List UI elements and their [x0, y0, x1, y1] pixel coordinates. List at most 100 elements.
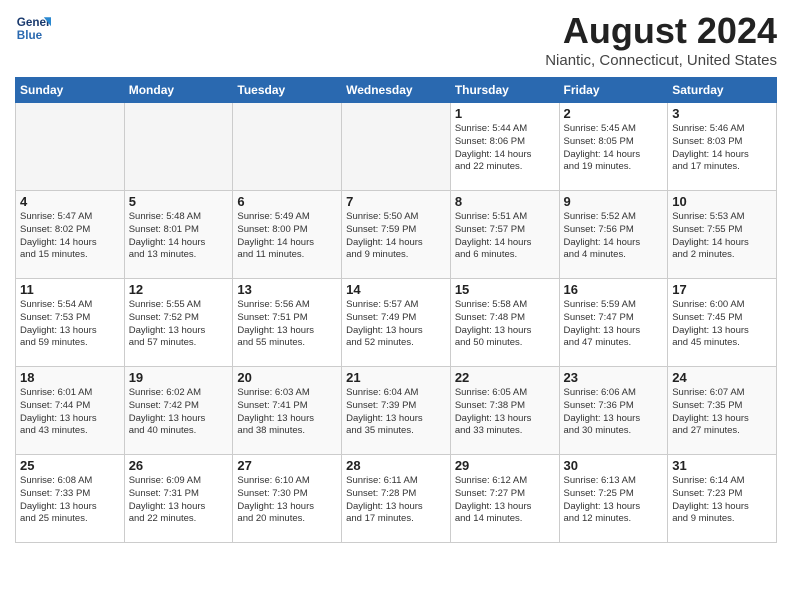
calendar-cell: 7Sunrise: 5:50 AM Sunset: 7:59 PM Daylig…	[342, 191, 451, 279]
day-info: Sunrise: 5:55 AM Sunset: 7:52 PM Dayligh…	[129, 299, 229, 350]
month-title: August 2024	[545, 10, 777, 52]
calendar-cell: 15 Sunrise: 5:58 AM Sunset: 7:48 PM Dayli…	[450, 279, 559, 367]
calendar-cell: 1Sunrise: 5:44 AM Sunset: 8:06 PM Daylig…	[450, 103, 559, 191]
day-number: 5	[129, 194, 229, 209]
day-number: 11	[20, 282, 120, 297]
calendar-cell: 13Sunrise: 5:56 AM Sunset: 7:51 PM Dayli…	[233, 279, 342, 367]
day-info: Sunrise: 5:52 AM Sunset: 7:56 PM Dayligh…	[564, 211, 664, 262]
calendar-table: SundayMondayTuesdayWednesdayThursdayFrid…	[15, 77, 777, 543]
calendar-week-row: 1Sunrise: 5:44 AM Sunset: 8:06 PM Daylig…	[16, 103, 777, 191]
day-info: Sunrise: 6:05 AM Sunset: 7:38 PM Dayligh…	[455, 387, 555, 438]
day-info: Sunrise: 5:46 AM Sunset: 8:03 PM Dayligh…	[672, 123, 772, 174]
day-info: Sunrise: 6:06 AM Sunset: 7:36 PM Dayligh…	[564, 387, 664, 438]
day-number: 23	[564, 370, 664, 385]
day-number: 22	[455, 370, 555, 385]
day-number: 17	[672, 282, 772, 297]
calendar-cell: 8Sunrise: 5:51 AM Sunset: 7:57 PM Daylig…	[450, 191, 559, 279]
calendar-cell	[16, 103, 125, 191]
calendar-cell: 9 Sunrise: 5:52 AM Sunset: 7:56 PM Daylig…	[559, 191, 668, 279]
calendar-cell: 17 Sunrise: 6:00 AM Sunset: 7:45 PM Dayli…	[668, 279, 777, 367]
day-number: 26	[129, 458, 229, 473]
day-info: Sunrise: 5:45 AM Sunset: 8:05 PM Dayligh…	[564, 123, 664, 174]
calendar-week-row: 11 Sunrise: 5:54 AM Sunset: 7:53 PM Dayli…	[16, 279, 777, 367]
day-header-thursday: Thursday	[450, 78, 559, 103]
day-info: Sunrise: 5:57 AM Sunset: 7:49 PM Dayligh…	[346, 299, 446, 350]
day-header-monday: Monday	[124, 78, 233, 103]
day-info: Sunrise: 6:07 AM Sunset: 7:35 PM Dayligh…	[672, 387, 772, 438]
day-info: Sunrise: 5:56 AM Sunset: 7:51 PM Dayligh…	[237, 299, 337, 350]
svg-text:Blue: Blue	[17, 29, 43, 42]
day-number: 9	[564, 194, 664, 209]
day-number: 21	[346, 370, 446, 385]
calendar-cell: 2 Sunrise: 5:45 AM Sunset: 8:05 PM Daylig…	[559, 103, 668, 191]
day-info: Sunrise: 5:59 AM Sunset: 7:47 PM Dayligh…	[564, 299, 664, 350]
calendar-week-row: 25 Sunrise: 6:08 AM Sunset: 7:33 PM Dayli…	[16, 455, 777, 543]
day-number: 20	[237, 370, 337, 385]
day-number: 24	[672, 370, 772, 385]
day-info: Sunrise: 5:49 AM Sunset: 8:00 PM Dayligh…	[237, 211, 337, 262]
day-header-friday: Friday	[559, 78, 668, 103]
calendar-cell: 28Sunrise: 6:11 AM Sunset: 7:28 PM Dayli…	[342, 455, 451, 543]
day-info: Sunrise: 5:48 AM Sunset: 8:01 PM Dayligh…	[129, 211, 229, 262]
day-info: Sunrise: 6:02 AM Sunset: 7:42 PM Dayligh…	[129, 387, 229, 438]
calendar-cell: 10 Sunrise: 5:53 AM Sunset: 7:55 PM Dayli…	[668, 191, 777, 279]
location: Niantic, Connecticut, United States	[545, 52, 777, 69]
day-number: 4	[20, 194, 120, 209]
calendar-cell: 5 Sunrise: 5:48 AM Sunset: 8:01 PM Daylig…	[124, 191, 233, 279]
day-info: Sunrise: 6:13 AM Sunset: 7:25 PM Dayligh…	[564, 475, 664, 526]
calendar-cell: 3 Sunrise: 5:46 AM Sunset: 8:03 PM Daylig…	[668, 103, 777, 191]
day-info: Sunrise: 6:09 AM Sunset: 7:31 PM Dayligh…	[129, 475, 229, 526]
day-info: Sunrise: 6:10 AM Sunset: 7:30 PM Dayligh…	[237, 475, 337, 526]
day-number: 3	[672, 106, 772, 121]
calendar-cell: 21Sunrise: 6:04 AM Sunset: 7:39 PM Dayli…	[342, 367, 451, 455]
calendar-cell: 20 Sunrise: 6:03 AM Sunset: 7:41 PM Dayli…	[233, 367, 342, 455]
calendar-week-row: 4 Sunrise: 5:47 AM Sunset: 8:02 PM Daylig…	[16, 191, 777, 279]
day-number: 29	[455, 458, 555, 473]
page-header: General Blue General Blue August 2024 Ni…	[15, 10, 777, 69]
calendar-cell: 30 Sunrise: 6:13 AM Sunset: 7:25 PM Dayli…	[559, 455, 668, 543]
day-info: Sunrise: 5:51 AM Sunset: 7:57 PM Dayligh…	[455, 211, 555, 262]
day-info: Sunrise: 5:54 AM Sunset: 7:53 PM Dayligh…	[20, 299, 120, 350]
calendar-cell: 12 Sunrise: 5:55 AM Sunset: 7:52 PM Dayli…	[124, 279, 233, 367]
day-header-tuesday: Tuesday	[233, 78, 342, 103]
day-number: 12	[129, 282, 229, 297]
calendar-cell: 19 Sunrise: 6:02 AM Sunset: 7:42 PM Dayli…	[124, 367, 233, 455]
day-number: 10	[672, 194, 772, 209]
day-number: 28	[346, 458, 446, 473]
day-info: Sunrise: 5:47 AM Sunset: 8:02 PM Dayligh…	[20, 211, 120, 262]
day-number: 25	[20, 458, 120, 473]
day-number: 16	[564, 282, 664, 297]
calendar-cell: 31Sunrise: 6:14 AM Sunset: 7:23 PM Dayli…	[668, 455, 777, 543]
calendar-cell: 27Sunrise: 6:10 AM Sunset: 7:30 PM Dayli…	[233, 455, 342, 543]
calendar-cell	[342, 103, 451, 191]
day-number: 6	[237, 194, 337, 209]
day-header-wednesday: Wednesday	[342, 78, 451, 103]
day-info: Sunrise: 6:08 AM Sunset: 7:33 PM Dayligh…	[20, 475, 120, 526]
day-info: Sunrise: 5:53 AM Sunset: 7:55 PM Dayligh…	[672, 211, 772, 262]
day-number: 15	[455, 282, 555, 297]
logo-icon: General Blue	[15, 10, 51, 46]
calendar-header-row: SundayMondayTuesdayWednesdayThursdayFrid…	[16, 78, 777, 103]
day-header-sunday: Sunday	[16, 78, 125, 103]
day-number: 18	[20, 370, 120, 385]
day-info: Sunrise: 6:01 AM Sunset: 7:44 PM Dayligh…	[20, 387, 120, 438]
day-info: Sunrise: 5:58 AM Sunset: 7:48 PM Dayligh…	[455, 299, 555, 350]
day-info: Sunrise: 6:00 AM Sunset: 7:45 PM Dayligh…	[672, 299, 772, 350]
calendar-cell: 14 Sunrise: 5:57 AM Sunset: 7:49 PM Dayli…	[342, 279, 451, 367]
calendar-cell: 4 Sunrise: 5:47 AM Sunset: 8:02 PM Daylig…	[16, 191, 125, 279]
calendar-cell: 29Sunrise: 6:12 AM Sunset: 7:27 PM Dayli…	[450, 455, 559, 543]
day-number: 30	[564, 458, 664, 473]
day-number: 14	[346, 282, 446, 297]
calendar-cell: 6 Sunrise: 5:49 AM Sunset: 8:00 PM Daylig…	[233, 191, 342, 279]
calendar-cell: 26 Sunrise: 6:09 AM Sunset: 7:31 PM Dayli…	[124, 455, 233, 543]
day-number: 19	[129, 370, 229, 385]
day-info: Sunrise: 6:14 AM Sunset: 7:23 PM Dayligh…	[672, 475, 772, 526]
calendar-week-row: 18 Sunrise: 6:01 AM Sunset: 7:44 PM Dayli…	[16, 367, 777, 455]
calendar-cell: 18 Sunrise: 6:01 AM Sunset: 7:44 PM Dayli…	[16, 367, 125, 455]
day-number: 2	[564, 106, 664, 121]
day-number: 1	[455, 106, 555, 121]
day-header-saturday: Saturday	[668, 78, 777, 103]
calendar-cell: 16 Sunrise: 5:59 AM Sunset: 7:47 PM Dayli…	[559, 279, 668, 367]
calendar-cell	[124, 103, 233, 191]
day-info: Sunrise: 6:03 AM Sunset: 7:41 PM Dayligh…	[237, 387, 337, 438]
